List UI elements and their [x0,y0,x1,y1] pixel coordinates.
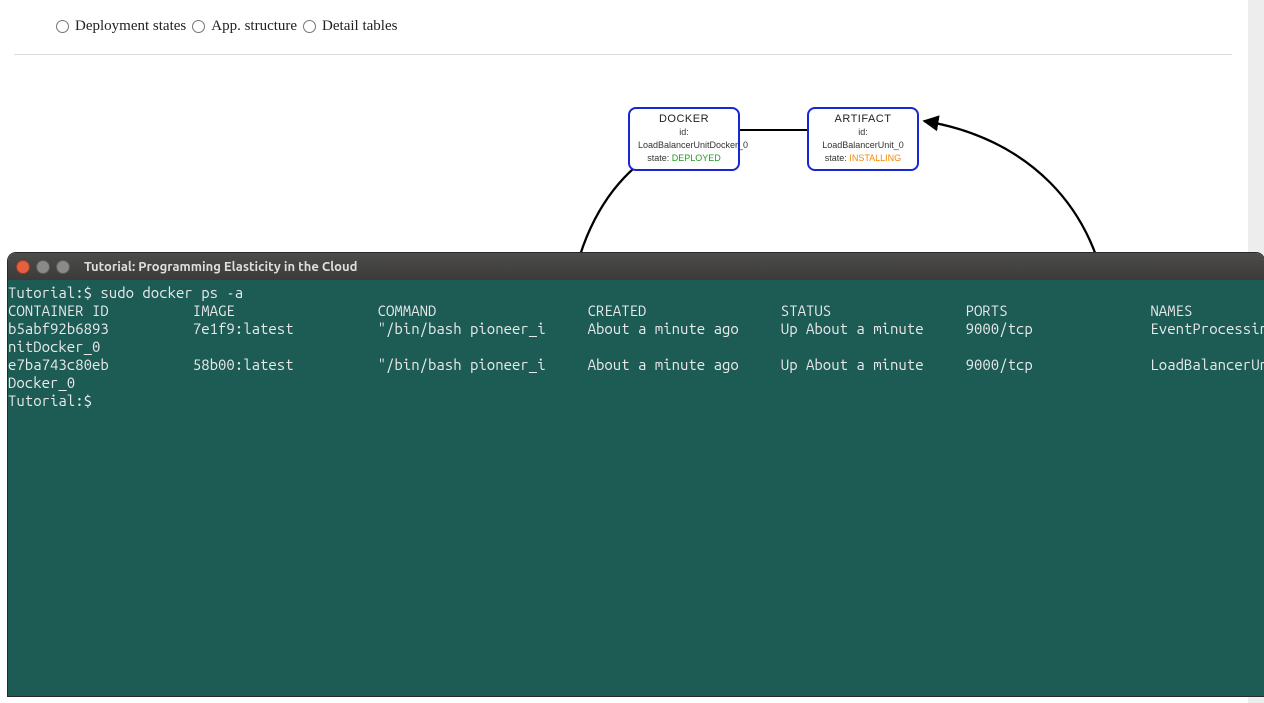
radio-deployment-states-input[interactable] [56,20,69,33]
radio-app-structure[interactable]: App. structure [192,18,297,35]
node-artifact-id: id: LoadBalancerUnit_0 [817,126,909,152]
node-docker-state: state: DEPLOYED [638,152,730,165]
node-artifact-title: ARTIFACT [817,113,909,126]
window-close-icon[interactable] [16,260,30,274]
edge-docker-artifact [737,129,814,131]
terminal-output[interactable]: Tutorial:$ sudo docker ps -a CONTAINER I… [8,280,1264,696]
radio-detail-tables[interactable]: Detail tables [303,18,397,35]
window-maximize-icon[interactable] [56,260,70,274]
view-mode-radios: Deployment states App. structure Detail … [56,18,397,35]
radio-app-structure-input[interactable] [192,20,205,33]
node-docker[interactable]: DOCKER id: LoadBalancerUnitDocker_0 stat… [628,107,740,171]
radio-app-structure-label: App. structure [211,18,297,35]
node-docker-id: id: LoadBalancerUnitDocker_0 [638,126,730,152]
node-artifact[interactable]: ARTIFACT id: LoadBalancerUnit_0 state: I… [807,107,919,171]
node-docker-title: DOCKER [638,113,730,126]
radio-detail-tables-label: Detail tables [322,18,397,35]
window-minimize-icon[interactable] [36,260,50,274]
radio-deployment-states-label: Deployment states [75,18,186,35]
radio-detail-tables-input[interactable] [303,20,316,33]
node-artifact-state: state: INSTALLING [817,152,909,165]
terminal-titlebar[interactable]: Tutorial: Programming Elasticity in the … [8,253,1264,280]
radio-deployment-states[interactable]: Deployment states [56,18,186,35]
terminal-window[interactable]: Tutorial: Programming Elasticity in the … [8,253,1264,696]
browser-page: Deployment states App. structure Detail … [0,0,1264,253]
terminal-title: Tutorial: Programming Elasticity in the … [84,260,357,274]
